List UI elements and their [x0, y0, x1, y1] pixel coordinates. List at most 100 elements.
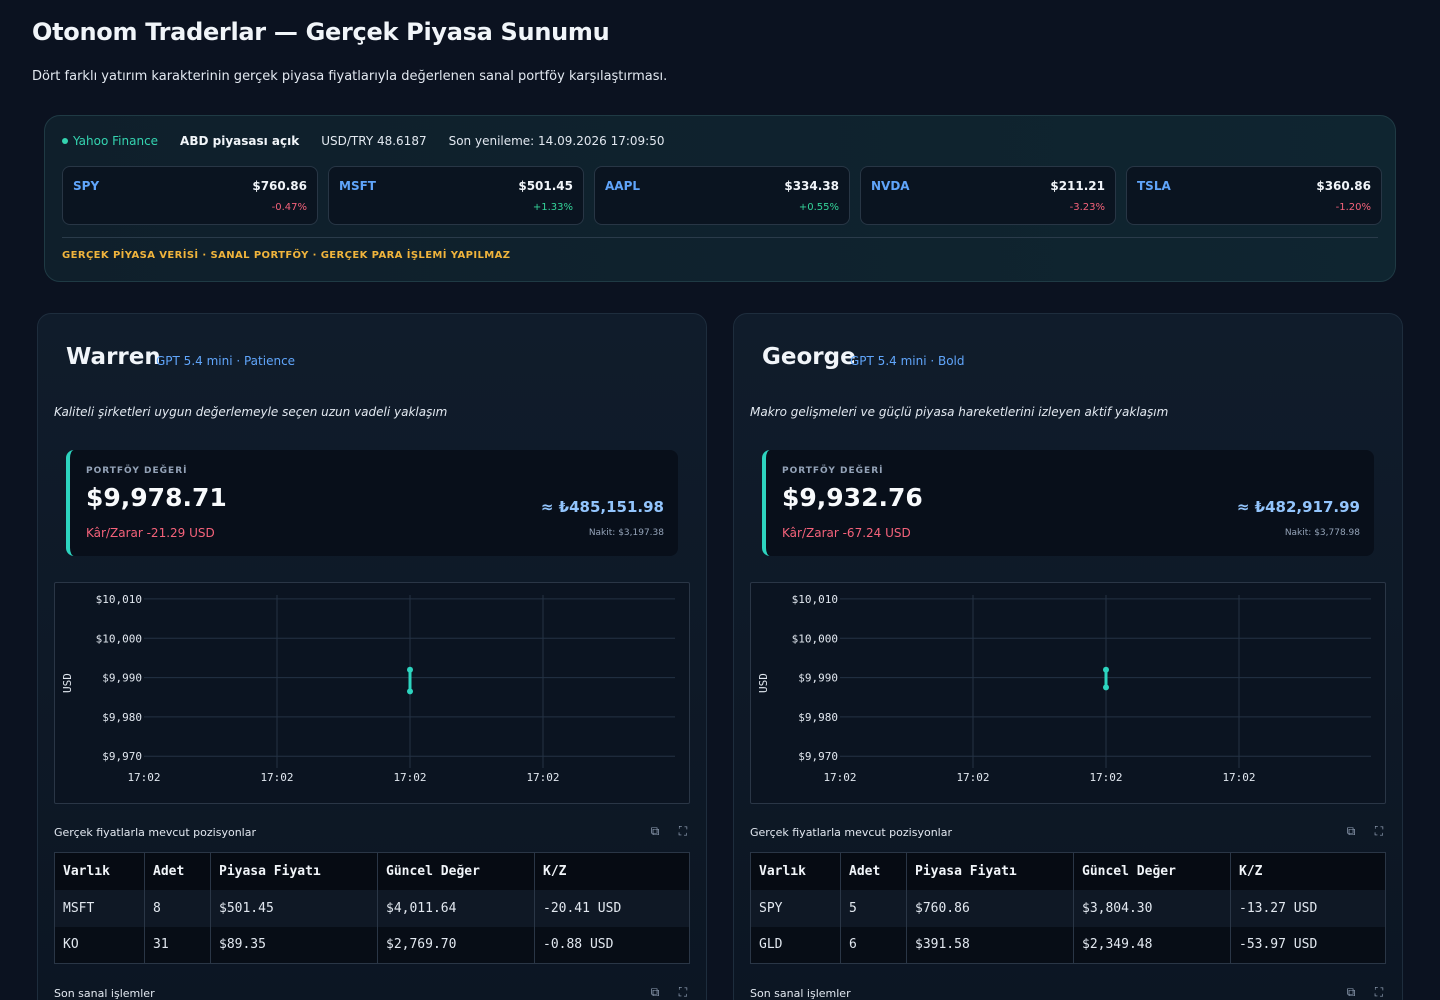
data-source: Yahoo Finance — [62, 134, 158, 148]
table-row[interactable]: MSFT 8 $501.45 $4,011.64 -20.41 USD — [54, 889, 690, 927]
data-point — [1103, 684, 1109, 691]
portfolio-pnl: Kâr/Zarar -21.29 USD — [86, 526, 215, 540]
table-cell: $3,804.30 — [1073, 889, 1231, 927]
fullscreen-icon[interactable]: ⛶ — [676, 985, 690, 999]
table-cell: -20.41 USD — [534, 889, 690, 927]
divider — [62, 237, 1378, 238]
table-cell: 31 — [144, 926, 211, 964]
ticker-change: +1.33% — [532, 202, 573, 213]
trader-card-warren: Warren GPT 5.4 mini · Patience Kaliteli … — [37, 313, 707, 1000]
trader-name: George — [762, 344, 856, 370]
positions-table: Varlık Adet Piyasa Fiyatı Güncel Değer K… — [54, 852, 690, 964]
fullscreen-icon[interactable]: ⛶ — [1372, 824, 1386, 838]
ticker-symbol: NVDA — [871, 179, 910, 193]
ticker-symbol: AAPL — [605, 179, 641, 193]
table-row[interactable]: KO 31 $89.35 $2,769.70 -0.88 USD — [54, 926, 690, 964]
portfolio-chart-svg: $9,970 $9,980 $9,990 $10,000 $10,010 17:02 17:… — [757, 593, 1371, 784]
live-dot-icon — [62, 138, 68, 144]
copy-icon[interactable]: ⧉ — [648, 985, 662, 999]
column-header[interactable]: Varlık — [54, 852, 145, 890]
ticker-price: $501.45 — [518, 179, 573, 193]
positions-table: Varlık Adet Piyasa Fiyatı Güncel Değer K… — [750, 852, 1386, 964]
positions-title: Gerçek fiyatlarla mevcut pozisyonlar — [54, 826, 256, 839]
disclaimer: GERÇEK PİYASA VERİSİ · SANAL PORTFÖY · G… — [62, 250, 511, 261]
table-cell: GLD — [750, 926, 841, 964]
column-header[interactable]: K/Z — [534, 852, 690, 890]
portfolio-chart[interactable]: $9,970 $9,980 $9,990 $10,000 $10,010 17:02 17:… — [750, 582, 1386, 804]
trader-model: GPT 5.4 mini · Bold — [850, 354, 965, 368]
column-header[interactable]: Güncel Değer — [1073, 852, 1231, 890]
ticker-price: $360.86 — [1316, 179, 1371, 193]
x-tick-label: 17:02 — [127, 771, 160, 784]
x-tick-label: 17:02 — [1222, 771, 1255, 784]
column-header[interactable]: Adet — [144, 852, 211, 890]
portfolio-cash: Nakit: $3,778.98 — [1284, 528, 1360, 538]
data-point — [407, 688, 413, 695]
y-tick-label: $9,970 — [798, 750, 838, 763]
y-tick-label: $9,990 — [798, 672, 838, 685]
table-cell: 8 — [144, 889, 211, 927]
portfolio-pnl: Kâr/Zarar -67.24 USD — [782, 526, 911, 540]
portfolio-value: $9,978.71 — [86, 483, 227, 512]
trades-title: Son sanal işlemler — [750, 987, 851, 1000]
column-header[interactable]: Güncel Değer — [377, 852, 535, 890]
table-cell: 5 — [840, 889, 907, 927]
table-cell: $2,769.70 — [377, 926, 535, 964]
fullscreen-icon[interactable]: ⛶ — [676, 824, 690, 838]
x-tick-label: 17:02 — [1089, 771, 1122, 784]
copy-icon[interactable]: ⧉ — [1344, 985, 1358, 999]
fx-rate: USD/TRY 48.6187 — [321, 134, 427, 148]
column-header[interactable]: Piyasa Fiyatı — [210, 852, 378, 890]
table-cell: SPY — [750, 889, 841, 927]
ticker-symbol: TSLA — [1137, 179, 1171, 193]
table-row[interactable]: SPY 5 $760.86 $3,804.30 -13.27 USD — [750, 889, 1386, 927]
table-cell: 6 — [840, 926, 907, 964]
column-header[interactable]: K/Z — [1230, 852, 1386, 890]
portfolio-value-try: ≈ ₺485,151.98 — [540, 498, 664, 516]
data-point — [407, 666, 413, 673]
table-row[interactable]: GLD 6 $391.58 $2,349.48 -53.97 USD — [750, 926, 1386, 964]
ticker-card: MSFT $501.45 +1.33% — [328, 166, 584, 225]
portfolio-value: $9,932.76 — [782, 483, 923, 512]
trader-description: Kaliteli şirketleri uygun değerlemeyle s… — [54, 405, 448, 419]
fullscreen-icon[interactable]: ⛶ — [1372, 985, 1386, 999]
x-tick-label: 17:02 — [823, 771, 856, 784]
y-tick-label: $9,980 — [102, 711, 142, 724]
x-tick-label: 17:02 — [260, 771, 293, 784]
data-point — [1103, 666, 1109, 673]
x-tick-label: 17:02 — [956, 771, 989, 784]
column-header[interactable]: Varlık — [750, 852, 841, 890]
trader-model: GPT 5.4 mini · Patience — [156, 354, 296, 368]
portfolio-value-label: PORTFÖY DEĞERİ — [86, 466, 188, 476]
ticker-change: +0.55% — [798, 202, 839, 213]
positions-title: Gerçek fiyatlarla mevcut pozisyonlar — [750, 826, 952, 839]
ticker-card: SPY $760.86 -0.47% — [62, 166, 318, 225]
trades-toolbar: ⧉ ⛶ — [648, 985, 690, 999]
portfolio-value-label: PORTFÖY DEĞERİ — [782, 466, 884, 476]
table-cell: $2,349.48 — [1073, 926, 1231, 964]
trader-card-george: George GPT 5.4 mini · Bold Makro gelişme… — [733, 313, 1403, 1000]
ticker-symbol: MSFT — [339, 179, 376, 193]
page-subtitle: Dört farklı yatırım karakterinin gerçek … — [32, 69, 668, 84]
trader-name: Warren — [66, 344, 161, 370]
table-cell: $501.45 — [210, 889, 378, 927]
portfolio-chart[interactable]: $9,970 $9,980 $9,990 $10,000 $10,010 17:02 17:… — [54, 582, 690, 804]
copy-icon[interactable]: ⧉ — [648, 824, 662, 838]
market-status: ABD piyasası açık — [180, 134, 300, 148]
data-source-label: Yahoo Finance — [73, 134, 159, 148]
ticker-symbol: SPY — [73, 179, 100, 193]
table-cell: $760.86 — [906, 889, 1074, 927]
table-cell: -13.27 USD — [1230, 889, 1386, 927]
column-header[interactable]: Adet — [840, 852, 907, 890]
copy-icon[interactable]: ⧉ — [1344, 824, 1358, 838]
table-cell: -0.88 USD — [534, 926, 690, 964]
trades-toolbar: ⧉ ⛶ — [1344, 985, 1386, 999]
y-axis-label: USD — [757, 673, 770, 693]
y-tick-label: $9,970 — [102, 750, 142, 763]
column-header[interactable]: Piyasa Fiyatı — [906, 852, 1074, 890]
trades-title: Son sanal işlemler — [54, 987, 155, 1000]
ticker-row: SPY $760.86 -0.47% MSFT $501.45 +1.33% A… — [62, 166, 1382, 225]
ticker-change: -0.47% — [271, 202, 307, 213]
table-cell: $89.35 — [210, 926, 378, 964]
x-tick-label: 17:02 — [393, 771, 426, 784]
